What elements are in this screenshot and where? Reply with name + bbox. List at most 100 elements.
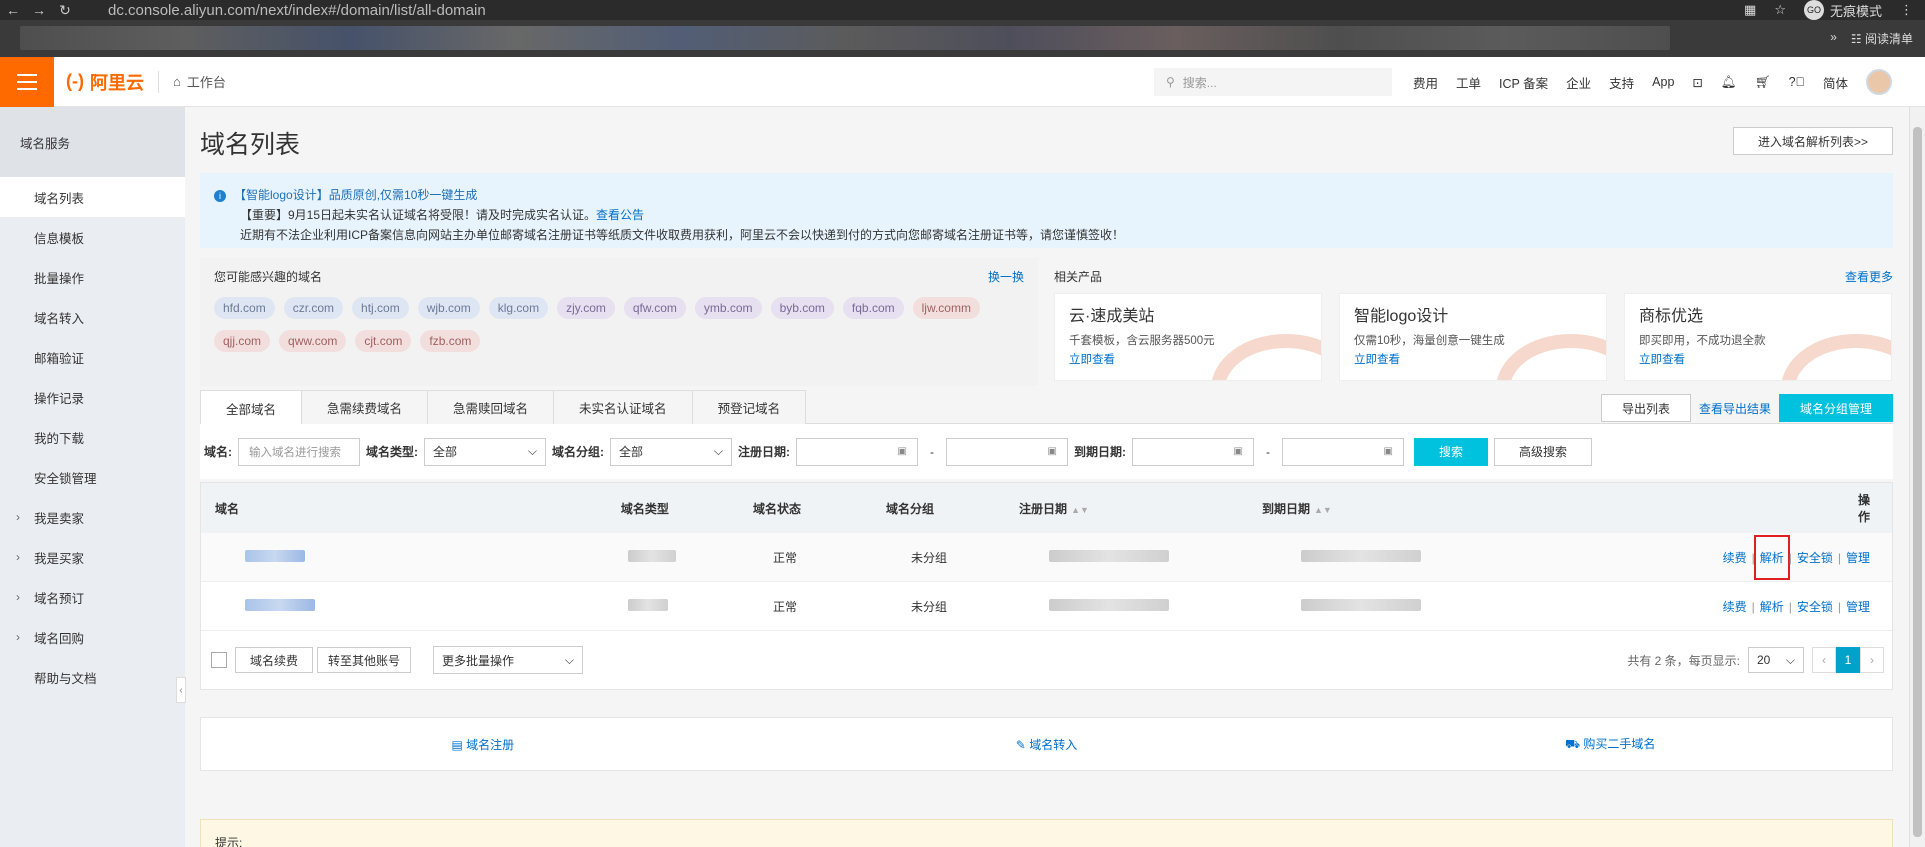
product-card[interactable]: 智能logo设计 仅需10秒，海量创意一键生成 立即查看	[1339, 293, 1607, 381]
sidebar-collapse-handle[interactable]: ‹	[176, 677, 186, 703]
bookmarks-overflow-icon[interactable]: »	[1830, 30, 1837, 47]
row-action-link[interactable]: 管理	[1846, 600, 1870, 614]
reg-start-date-input[interactable]: ▣	[796, 437, 918, 466]
sidebar-item[interactable]: › 我是卖家	[0, 497, 185, 537]
extensions-icon[interactable]: ▦	[1744, 2, 1756, 18]
exp-start-date-input[interactable]: ▣	[1132, 437, 1254, 466]
sidebar-item[interactable]: 域名列表	[0, 177, 185, 217]
domain-suggestion-tag[interactable]: qjj.com	[214, 330, 271, 352]
row-action-link[interactable]: 安全锁	[1797, 600, 1833, 614]
domain-suggestion-tag[interactable]: czr.com	[283, 297, 344, 319]
exp-end-date-input[interactable]: ▣	[1282, 437, 1404, 466]
top-link-app[interactable]: App	[1652, 75, 1674, 89]
transfer-in-link[interactable]: ✎ 域名转入	[765, 736, 1329, 753]
product-card[interactable]: 商标优选 即买即用，不成功退全款 立即查看	[1624, 293, 1892, 381]
export-list-button[interactable]: 导出列表	[1600, 394, 1691, 422]
hamburger-menu-icon[interactable]	[0, 56, 54, 107]
search-input[interactable]: ⚲ 搜索...	[1154, 68, 1392, 96]
domain-search-input[interactable]: 输入域名进行搜索	[238, 437, 360, 466]
language-switch[interactable]: 简体	[1823, 73, 1848, 92]
row-action-link[interactable]: 管理	[1846, 551, 1870, 565]
row-action-link[interactable]: 解析	[1760, 600, 1784, 614]
reading-list-button[interactable]: ☷ 阅读清单	[1851, 30, 1913, 47]
domain-suggestion-tag[interactable]: hfd.com	[214, 297, 275, 319]
refresh-link[interactable]: 换一换	[988, 268, 1024, 285]
tab[interactable]: 预登记域名	[691, 390, 807, 424]
prev-page-button[interactable]: ‹	[1812, 647, 1836, 673]
page-size-select[interactable]: 20 ⌵	[1748, 647, 1804, 673]
sidebar-item[interactable]: 操作记录	[0, 377, 185, 417]
domain-suggestion-tag[interactable]: htj.com	[352, 297, 409, 319]
top-link-icp[interactable]: ICP 备案	[1499, 73, 1548, 92]
sort-icon[interactable]: ▲▼	[1314, 505, 1332, 515]
back-icon[interactable]: ←	[0, 2, 26, 18]
avatar[interactable]	[1865, 69, 1892, 95]
domain-suggestion-tag[interactable]: qfw.com	[623, 297, 686, 319]
batch-renew-button[interactable]: 域名续费	[235, 647, 314, 673]
aliyun-logo[interactable]: (-) 阿里云	[66, 69, 144, 95]
terminal-icon[interactable]: ⊡	[1692, 75, 1702, 90]
top-link-billing[interactable]: 费用	[1413, 73, 1438, 92]
sidebar-item[interactable]: 安全锁管理	[0, 457, 185, 497]
top-link-ticket[interactable]: 工单	[1456, 73, 1481, 92]
next-page-button[interactable]: ›	[1860, 647, 1884, 673]
workbench-link[interactable]: ⌂ 工作台	[173, 72, 226, 91]
export-results-link[interactable]: 查看导出结果	[1699, 400, 1771, 417]
top-link-support[interactable]: 支持	[1609, 73, 1634, 92]
col-reg-date[interactable]: 注册日期 ▲▼	[1019, 500, 1262, 517]
page-number-button[interactable]: 1	[1836, 647, 1860, 673]
select-all-checkbox[interactable]	[211, 652, 227, 668]
domain-suggestion-tag[interactable]: ljw.comm	[912, 297, 980, 319]
sidebar-item[interactable]: › 域名预订	[0, 577, 185, 617]
domain-suggestion-tag[interactable]: cjt.com	[355, 330, 412, 352]
domain-suggestion-tag[interactable]: zjy.com	[557, 297, 615, 319]
sidebar-item[interactable]: 信息模板	[0, 217, 185, 257]
page-scrollbar[interactable]	[1909, 107, 1925, 847]
dns-list-button[interactable]: 进入域名解析列表>>	[1732, 127, 1893, 155]
forward-icon[interactable]: →	[26, 2, 52, 18]
domain-cell[interactable]	[201, 598, 636, 614]
product-card[interactable]: 云·速成美站 千套模板，含云服务器500元 立即查看	[1054, 293, 1322, 381]
domain-suggestion-tag[interactable]: wjb.com	[417, 297, 480, 319]
sidebar-item[interactable]: 帮助与文档	[0, 657, 185, 697]
more-menu-icon[interactable]: ⋮	[1900, 2, 1913, 18]
sidebar-item[interactable]: › 我是买家	[0, 537, 185, 577]
bell-icon[interactable]: 🔔︎	[1721, 75, 1737, 90]
view-announcement-link[interactable]: 查看公告	[596, 208, 644, 222]
group-select[interactable]: 全部 ⌵	[610, 437, 732, 466]
register-domain-link[interactable]: ▤ 域名注册	[201, 736, 765, 753]
reload-icon[interactable]: ↻	[52, 2, 78, 19]
cart-icon[interactable]: 🛒︎	[1755, 75, 1771, 90]
row-action-link[interactable]: 解析	[1760, 551, 1784, 565]
sidebar-item[interactable]: 域名转入	[0, 297, 185, 337]
group-manage-button[interactable]: 域名分组管理	[1778, 394, 1893, 422]
domain-suggestion-tag[interactable]: ymb.com	[694, 297, 762, 319]
address-bar[interactable]: dc.console.aliyun.com/next/index#/domain…	[108, 2, 486, 19]
help-icon[interactable]: ?⃝	[1789, 75, 1805, 89]
top-link-enterprise[interactable]: 企业	[1566, 73, 1591, 92]
tab[interactable]: 全部域名	[200, 390, 303, 425]
domain-suggestion-tag[interactable]: fqb.com	[842, 297, 904, 319]
sidebar-item[interactable]: › 域名回购	[0, 617, 185, 657]
tab[interactable]: 未实名认证域名	[553, 390, 693, 424]
domain-suggestion-tag[interactable]: fzb.com	[420, 330, 481, 352]
row-action-link[interactable]: 安全锁	[1797, 551, 1833, 565]
transfer-account-button[interactable]: 转至其他账号	[317, 647, 412, 673]
tab[interactable]: 急需赎回域名	[427, 390, 555, 424]
row-action-link[interactable]: 续费	[1723, 551, 1747, 565]
sort-icon[interactable]: ▲▼	[1071, 505, 1089, 515]
buy-secondhand-link[interactable]: ⛟ 购买二手域名	[1328, 735, 1892, 753]
tab[interactable]: 急需续费域名	[301, 390, 429, 424]
view-more-link[interactable]: 查看更多	[1845, 268, 1893, 285]
row-action-link[interactable]: 续费	[1723, 600, 1747, 614]
reg-end-date-input[interactable]: ▣	[946, 437, 1068, 466]
notice-line-1[interactable]: 【智能logo设计】品质原创,仅需10秒一键生成	[234, 188, 477, 202]
domain-cell[interactable]	[201, 549, 636, 565]
sidebar-item[interactable]: 邮箱验证	[0, 337, 185, 377]
domain-suggestion-tag[interactable]: qww.com	[279, 330, 347, 352]
advanced-search-button[interactable]: 高级搜索	[1494, 437, 1593, 466]
sidebar-item[interactable]: 我的下载	[0, 417, 185, 457]
domain-suggestion-tag[interactable]: byb.com	[770, 297, 834, 319]
more-batch-select[interactable]: 更多批量操作 ⌵	[433, 646, 584, 674]
scrollbar-thumb[interactable]	[1913, 127, 1922, 837]
